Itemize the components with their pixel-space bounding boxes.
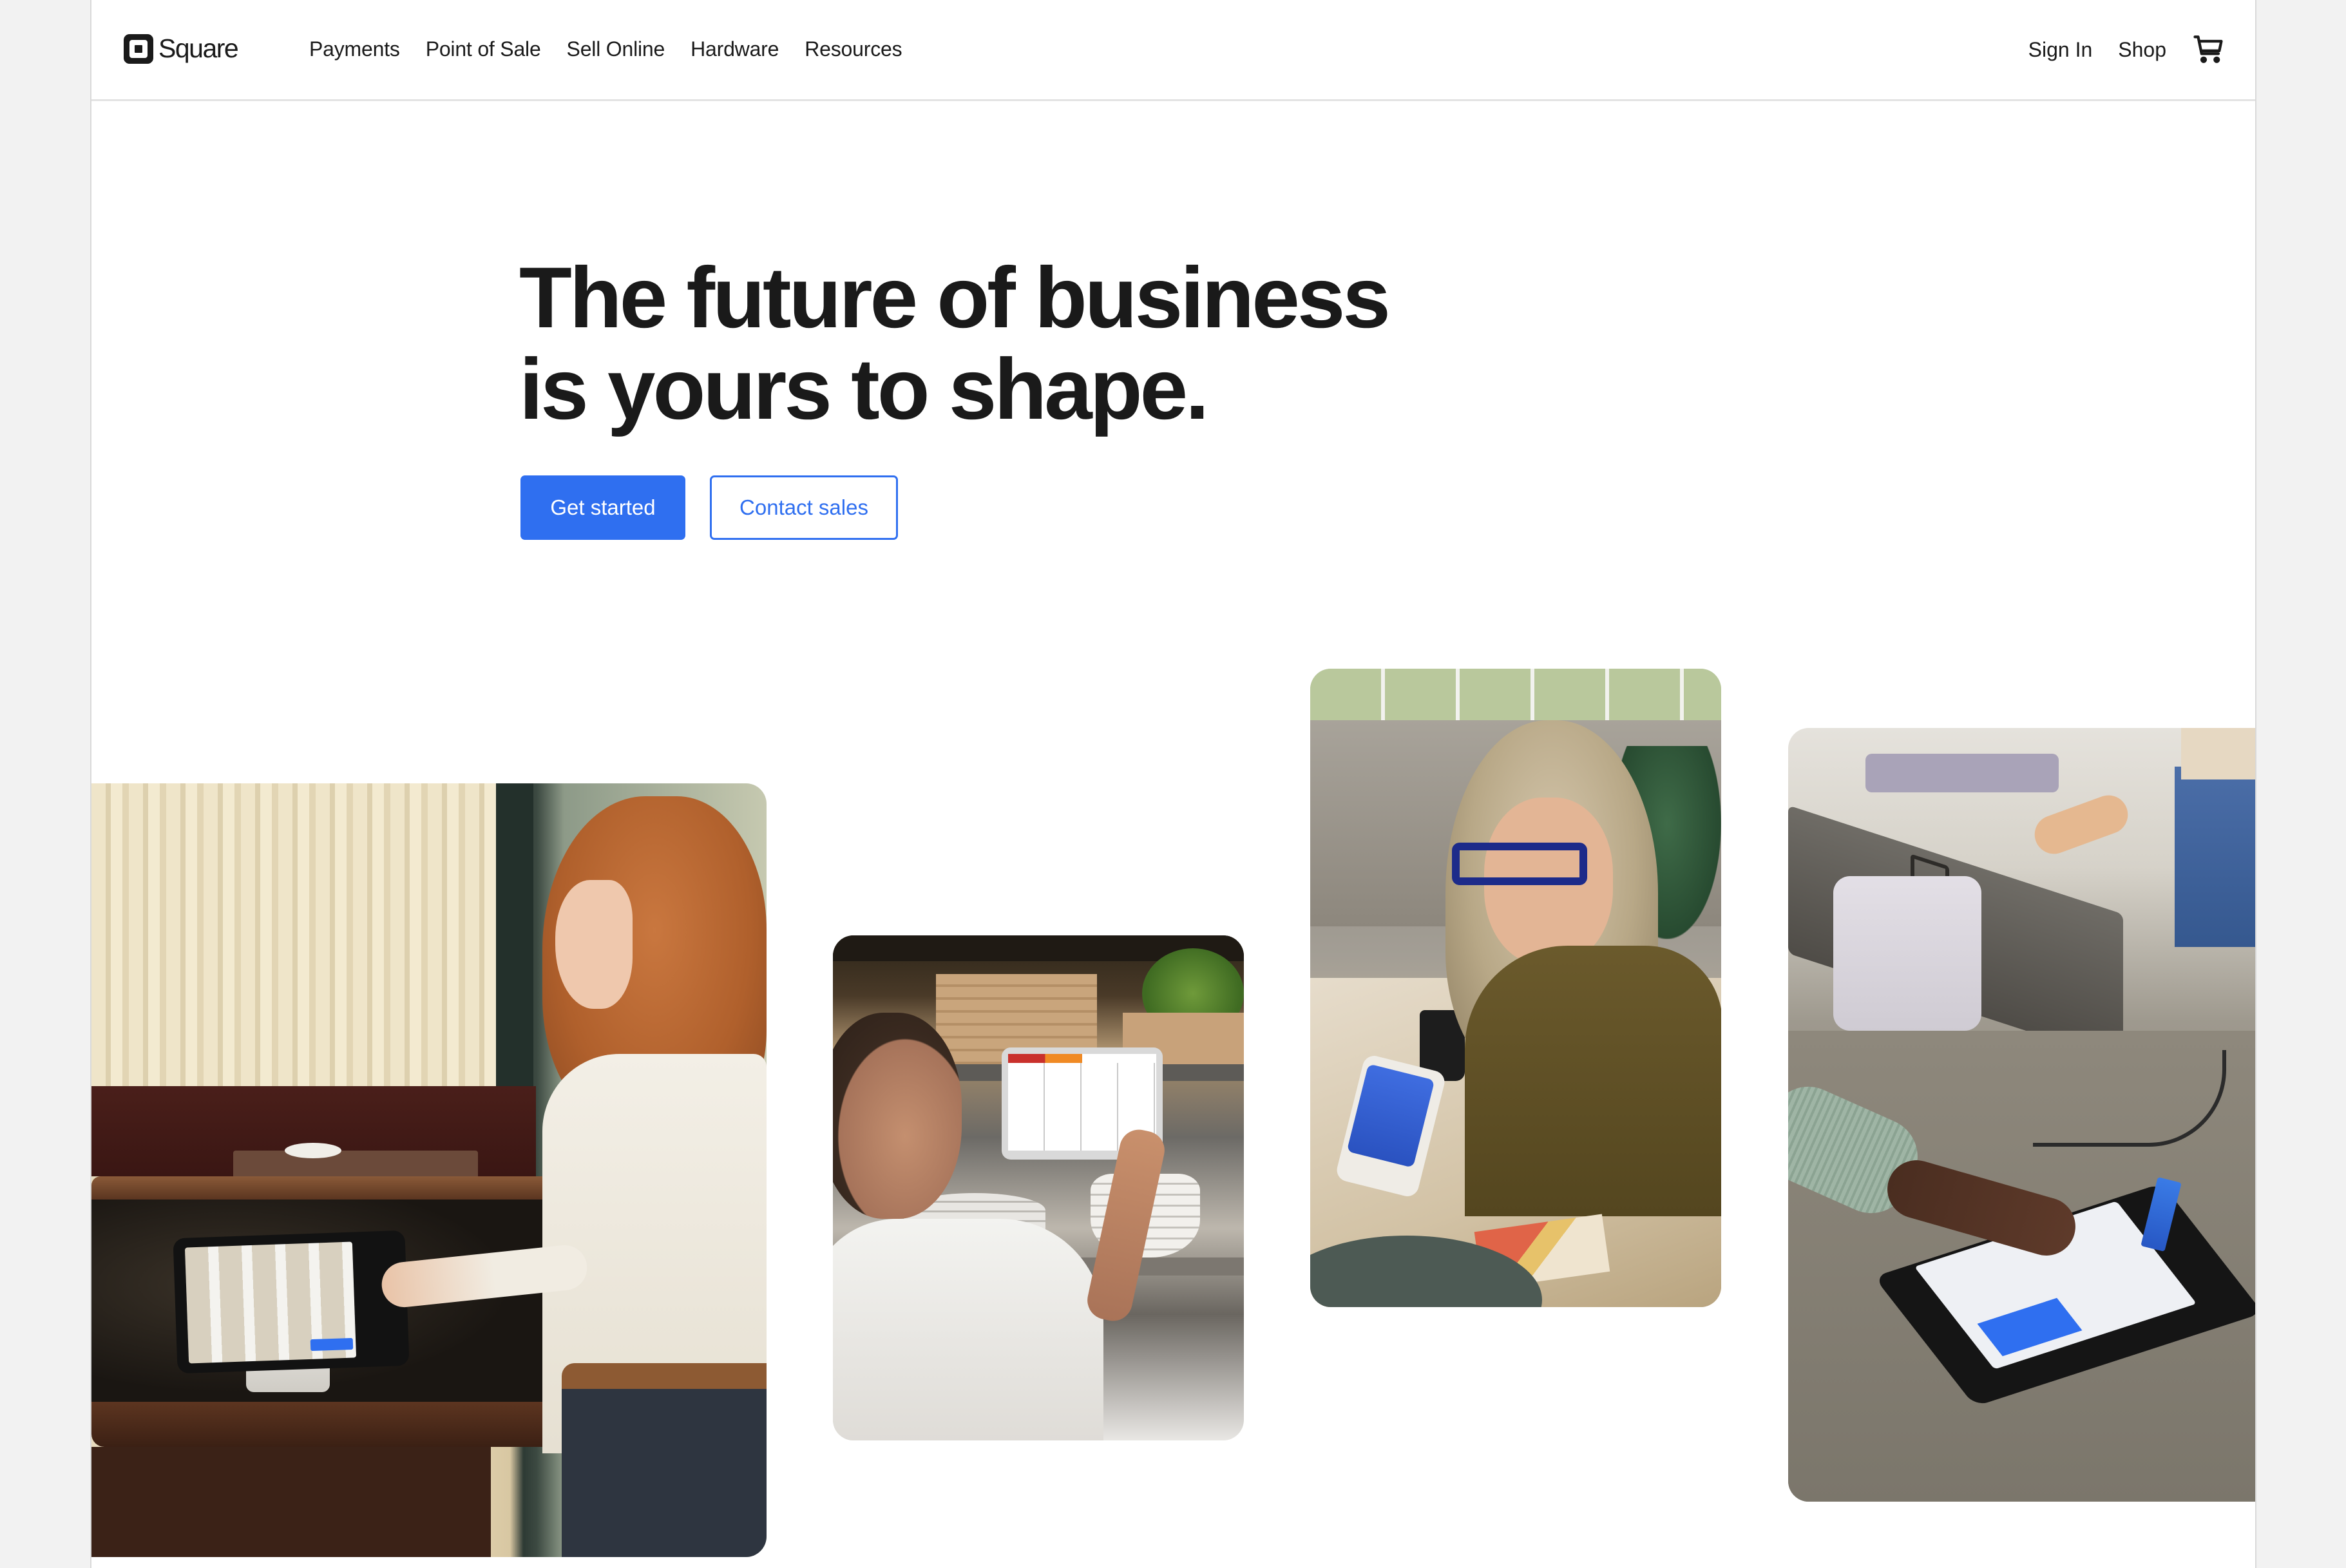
shop-link[interactable]: Shop — [2118, 38, 2166, 62]
page-frame: Square Payments Point of Sale Sell Onlin… — [90, 0, 2256, 1568]
curtain — [91, 783, 504, 1086]
register-stand-4 — [1833, 876, 1981, 1031]
site-header: Square Payments Point of Sale Sell Onlin… — [91, 0, 2255, 101]
hero-headline: The future of business is yours to shape… — [519, 250, 1391, 437]
sign-in-link[interactable]: Sign In — [2028, 38, 2093, 62]
nav-item-resources[interactable]: Resources — [805, 37, 902, 61]
cook-shirt — [833, 1219, 1103, 1440]
table-top — [233, 1151, 478, 1179]
background-shelf — [1865, 754, 2059, 792]
window — [1310, 669, 1721, 720]
square-logo-icon — [124, 33, 153, 64]
nav-item-sell-online[interactable]: Sell Online — [567, 37, 665, 61]
nav-item-hardware[interactable]: Hardware — [691, 37, 779, 61]
counter-edge — [91, 1402, 555, 1447]
woman-shirt — [1465, 946, 1721, 1216]
plate — [285, 1143, 341, 1158]
cook-head — [833, 1013, 962, 1219]
main-nav: Payments Point of Sale Sell Online Hardw… — [309, 37, 928, 61]
square-logo[interactable]: Square — [124, 33, 239, 64]
server-apron — [562, 1363, 767, 1557]
staff-shirt — [2181, 728, 2255, 779]
contact-sales-button[interactable]: Contact sales — [710, 475, 898, 540]
server-face — [555, 880, 633, 1009]
gallery-photo-terminal-payment — [1310, 669, 1721, 1307]
gallery-photo-restaurant-register — [91, 783, 767, 1557]
shopping-cart-icon[interactable] — [2192, 32, 2227, 67]
staff-hand — [2029, 790, 2133, 859]
gallery-photo-kitchen-display — [833, 935, 1244, 1440]
header-actions: Sign In Shop — [2028, 32, 2227, 67]
get-started-button[interactable]: Get started — [520, 475, 685, 540]
woman-glasses — [1452, 843, 1587, 885]
wood-rail — [91, 1176, 562, 1200]
nav-item-point-of-sale[interactable]: Point of Sale — [426, 37, 541, 61]
hero-headline-line-2: is yours to shape. — [519, 341, 1209, 437]
gallery-photo-pin-entry — [1788, 728, 2255, 1502]
staff-jeans — [2175, 767, 2255, 947]
register-screen-button — [310, 1337, 354, 1352]
nav-item-payments[interactable]: Payments — [309, 37, 400, 61]
brand-name: Square — [158, 33, 239, 63]
counter-base — [91, 1447, 491, 1557]
hero-headline-line-1: The future of business — [519, 250, 1391, 346]
